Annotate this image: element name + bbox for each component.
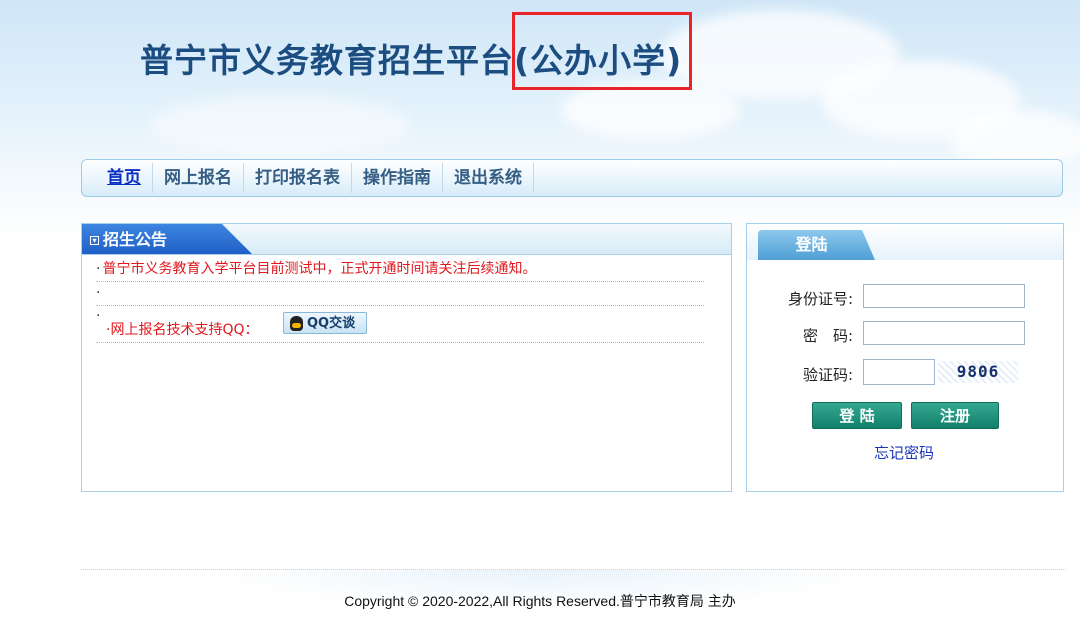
title-highlight-box (512, 12, 692, 90)
main-nav: 首页 网上报名 打印报名表 操作指南 退出系统 (81, 159, 1063, 197)
id-number-input[interactable] (863, 284, 1025, 308)
notice-list: · 普宁市义务教育入学平台目前测试中，正式开通时间请关注后续通知。 · · ·网上报… (96, 258, 704, 343)
qq-chat-button[interactable]: QQ交谈 (283, 312, 367, 334)
qq-chat-label: QQ交谈 (307, 316, 356, 331)
password-input[interactable] (863, 321, 1025, 345)
copyright-text: Copyright © 2020-2022,All Rights Reserve… (344, 593, 736, 609)
login-button[interactable]: 登 陆 (812, 402, 902, 429)
nav-item-print-form[interactable]: 打印报名表 (244, 163, 352, 193)
captcha-label: 验证码: (802, 366, 853, 384)
page-header: 普宁市义务教育招生平台(公办小学) (0, 0, 1080, 240)
nav-item-guide[interactable]: 操作指南 (352, 163, 443, 193)
notice-panel: ▾ 招生公告 · 普宁市义务教育入学平台目前测试中，正式开通时间请关注后续通知。 ·… (81, 223, 732, 492)
notice-tab: ▾ 招生公告 (82, 224, 252, 254)
login-panel: 登陆 身份证号: 密 码: 验证码: 9806 登 陆 注册 忘记密码 (746, 223, 1064, 492)
notice-tab-title: 招生公告 (103, 230, 168, 249)
notice-item-text: ·网上报名技术支持QQ： (106, 322, 259, 338)
notice-panel-header: ▾ 招生公告 (82, 224, 731, 255)
collapse-arrow-icon: ▾ (90, 236, 99, 245)
password-label: 密 码: (802, 327, 853, 345)
notice-item: · ·网上报名技术支持QQ： QQ交谈 (96, 306, 704, 343)
nav-item-online-registration[interactable]: 网上报名 (153, 163, 244, 193)
bullet-icon: · (96, 308, 101, 324)
notice-item[interactable]: · 普宁市义务教育入学平台目前测试中，正式开通时间请关注后续通知。 (96, 258, 704, 282)
register-button[interactable]: 注册 (911, 402, 999, 429)
nav-item-logout[interactable]: 退出系统 (443, 163, 534, 193)
login-tab: 登陆 (758, 230, 875, 260)
notice-item: · (96, 282, 704, 306)
notice-item-text: 普宁市义务教育入学平台目前测试中，正式开通时间请关注后续通知。 (102, 261, 537, 277)
nav-item-home[interactable]: 首页 (96, 163, 153, 193)
qq-penguin-icon (290, 316, 303, 331)
bullet-icon: · (96, 261, 101, 277)
forgot-password-link[interactable]: 忘记密码 (874, 442, 934, 463)
login-panel-header: 登陆 (747, 224, 1063, 260)
footer-divider (81, 569, 1066, 570)
captcha-input[interactable] (863, 359, 935, 385)
id-number-label: 身份证号: (787, 290, 853, 308)
captcha-image[interactable]: 9806 (938, 361, 1018, 383)
